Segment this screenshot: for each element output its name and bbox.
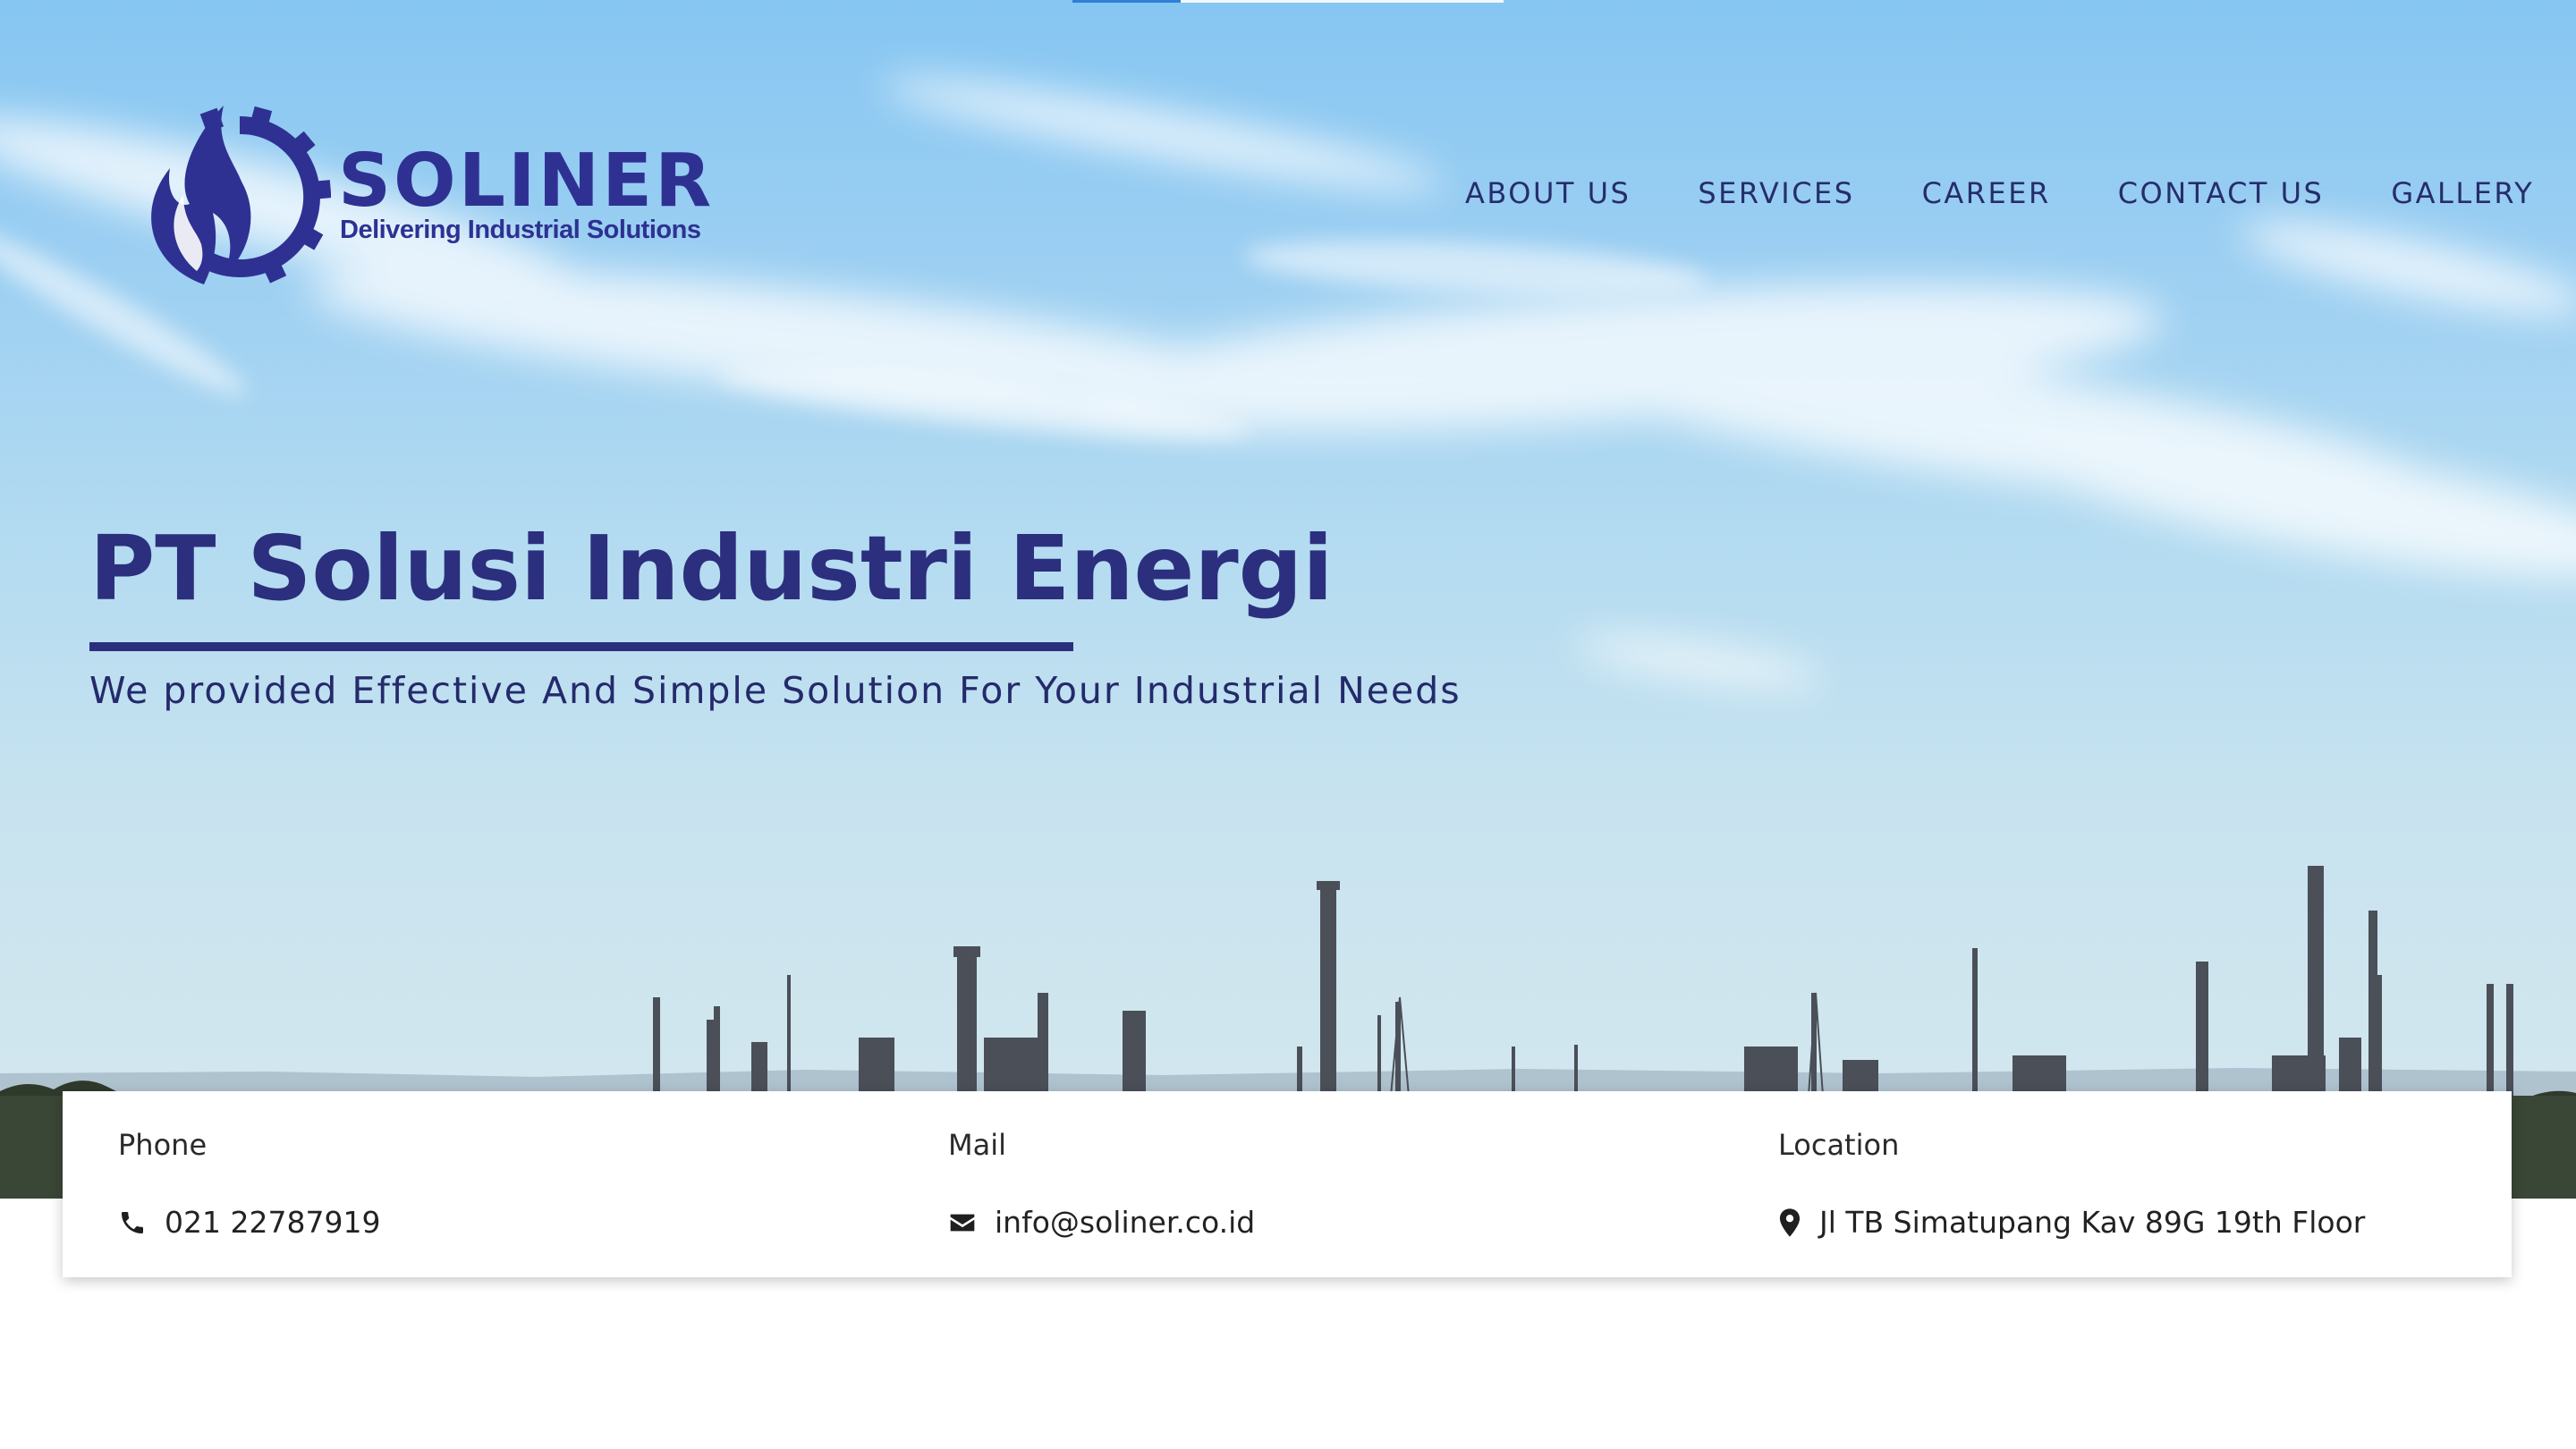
- hero-banner: SOLINER Delivering Industrial Solutions …: [0, 0, 2576, 1199]
- hero-title-underline: [89, 642, 1073, 651]
- nav-item-contact-us[interactable]: CONTACT US: [2118, 175, 2325, 211]
- nav-item-gallery[interactable]: GALLERY: [2391, 175, 2534, 211]
- flame-gear-logo-icon: [151, 106, 331, 284]
- hero-title: PT Solusi Industri Energi: [89, 516, 1334, 621]
- contact-phone-value[interactable]: 021 22787919: [165, 1208, 380, 1237]
- brand-logo[interactable]: SOLINER Delivering Industrial Solutions: [134, 97, 716, 293]
- contact-info-card: Phone 021 22787919 Mail info@soliner.co.…: [63, 1091, 2512, 1277]
- phone-icon: [122, 1211, 143, 1233]
- nav-item-about-us[interactable]: ABOUT US: [1465, 175, 1631, 211]
- brand-tagline: Delivering Industrial Solutions: [340, 216, 701, 244]
- map-pin-icon: [1779, 1208, 1801, 1237]
- nav-item-career[interactable]: CAREER: [1922, 175, 2051, 211]
- contact-location-value[interactable]: Jl TB Simatupang Kav 89G 19th Floor: [1819, 1208, 2365, 1237]
- contact-phone-label: Phone: [118, 1128, 208, 1162]
- page: SOLINER Delivering Industrial Solutions …: [0, 0, 2576, 1449]
- main-navigation: ABOUT US SERVICES CAREER CONTACT US GALL…: [1465, 175, 2534, 211]
- slider-progress-track: [1072, 0, 1504, 3]
- contact-location-label: Location: [1778, 1128, 1900, 1162]
- envelope-icon: [950, 1214, 975, 1231]
- nav-item-services[interactable]: SERVICES: [1698, 175, 1854, 211]
- contact-mail-label: Mail: [948, 1128, 1006, 1162]
- brand-name: SOLINER: [338, 139, 715, 224]
- contact-mail-value[interactable]: info@soliner.co.id: [995, 1208, 1255, 1237]
- hero-subtitle: We provided Effective And Simple Solutio…: [89, 669, 1462, 712]
- slider-progress-fill: [1072, 0, 1181, 3]
